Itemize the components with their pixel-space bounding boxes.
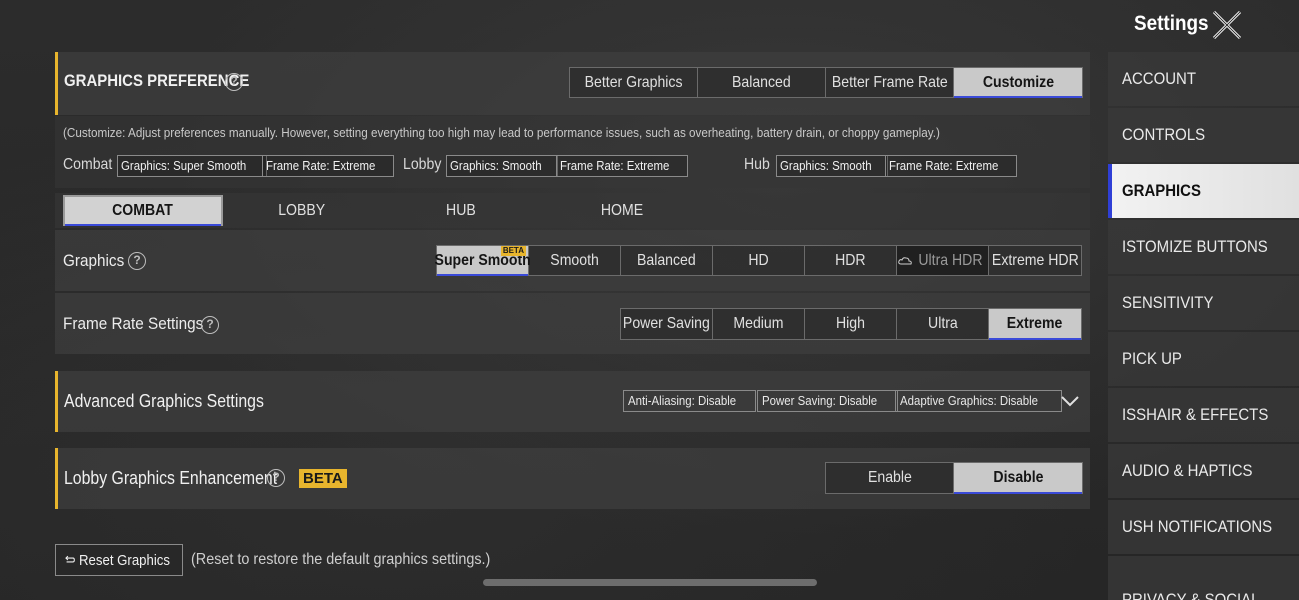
beta-badge: BETA	[299, 469, 347, 488]
tab-lobby[interactable]: LOBBY	[222, 195, 382, 226]
side-item-push-notifications[interactable]: USH NOTIFICATIONS	[1108, 500, 1299, 554]
summary-hub-graphics: Graphics: Smooth	[776, 155, 889, 177]
summary-hub-label: Hub	[744, 156, 770, 173]
tab-hub[interactable]: HUB	[381, 195, 541, 226]
graphics-option-ultra-hdr[interactable]: Ultra HDR	[897, 246, 989, 275]
graphics-option-extreme-hdr[interactable]: Extreme HDR	[989, 246, 1081, 275]
summary-combat-frame: Frame Rate: Extreme	[262, 155, 395, 177]
graphics-option-super-smooth[interactable]: Super Smooth BETA	[434, 246, 531, 276]
adv-chip-power-saving: Power Saving: Disable	[757, 390, 898, 412]
lobby-option-enable[interactable]: Enable	[826, 463, 954, 493]
graphics-preference-title: GRAPHICS PREFERENCE	[64, 71, 250, 90]
close-icon	[1212, 10, 1242, 40]
graphics-option-smooth[interactable]: Smooth	[529, 246, 621, 275]
lobby-option-disable[interactable]: Disable	[954, 463, 1082, 494]
side-item-account[interactable]: ACCOUNT	[1108, 52, 1299, 106]
download-cloud-icon	[898, 256, 912, 264]
advanced-graphics-title: Advanced Graphics Settings	[64, 391, 264, 411]
close-button[interactable]	[1208, 6, 1246, 44]
summary-lobby-graphics: Graphics: Smooth	[446, 155, 559, 177]
reset-icon	[65, 555, 75, 563]
settings-side-menu: ACCOUNT CONTROLS GRAPHICS ISTOMIZE BUTTO…	[1108, 52, 1299, 600]
side-item-pick-up[interactable]: PICK UP	[1108, 332, 1299, 386]
side-item-graphics[interactable]: GRAPHICS	[1108, 164, 1299, 218]
accent-bar	[55, 371, 58, 432]
scrollbar[interactable]	[483, 579, 817, 586]
frame-option-extreme[interactable]: Extreme	[989, 309, 1081, 340]
mode-tabs: COMBAT LOBBY HUB HOME	[55, 193, 1090, 228]
lobby-enhancement-panel: Lobby Graphics Enhancement ? BETA Enable…	[55, 448, 1090, 509]
pref-option-better-frame-rate[interactable]: Better Frame Rate	[826, 68, 954, 97]
graphics-label: Graphics	[63, 251, 125, 270]
accent-bar	[55, 448, 58, 509]
frame-rate-selector: Power Saving Medium High Ultra Extreme	[620, 308, 1082, 340]
help-icon[interactable]: ?	[267, 469, 285, 487]
summary-lobby-frame: Frame Rate: Extreme	[556, 155, 689, 177]
beta-tag: BETA	[500, 246, 526, 256]
pref-option-better-graphics[interactable]: Better Graphics	[570, 68, 698, 97]
summary-combat-label: Combat	[63, 156, 113, 173]
side-item-controls[interactable]: CONTROLS	[1108, 108, 1299, 162]
accent-bar	[55, 52, 58, 115]
frame-option-power-saving[interactable]: Power Saving	[621, 309, 713, 339]
side-item-audio-haptics[interactable]: AUDIO & HAPTICS	[1108, 444, 1299, 498]
summary-lobby-label: Lobby	[403, 156, 442, 173]
frame-option-ultra[interactable]: Ultra	[897, 309, 989, 339]
help-icon[interactable]: ?	[128, 252, 146, 270]
graphics-option-hd[interactable]: HD	[713, 246, 805, 275]
tab-home[interactable]: HOME	[542, 195, 702, 226]
frame-rate-label: Frame Rate Settings	[63, 314, 204, 333]
pref-option-customize[interactable]: Customize	[954, 68, 1082, 98]
settings-title: Settings	[1134, 12, 1209, 35]
advanced-graphics-panel[interactable]: Advanced Graphics Settings Anti-Aliasing…	[55, 371, 1090, 432]
frame-option-high[interactable]: High	[805, 309, 897, 339]
adv-chip-anti-aliasing: Anti-Aliasing: Disable	[623, 390, 756, 412]
graphics-preference-selector: Better Graphics Balanced Better Frame Ra…	[569, 67, 1083, 98]
tab-combat[interactable]: COMBAT	[63, 195, 223, 226]
lobby-enhancement-title: Lobby Graphics Enhancement	[64, 468, 278, 488]
reset-note: (Reset to restore the default graphics s…	[191, 551, 491, 568]
side-item-privacy-social[interactable]: PRIVACY & SOCIAL	[1108, 556, 1299, 600]
graphics-quality-selector: Super Smooth BETA Smooth Balanced HD HDR…	[434, 245, 1082, 276]
frame-option-medium[interactable]: Medium	[713, 309, 805, 339]
pref-option-balanced[interactable]: Balanced	[698, 68, 826, 97]
adv-chip-adaptive-graphics: Adaptive Graphics: Disable	[895, 390, 1062, 412]
side-item-customize-buttons[interactable]: ISTOMIZE BUTTONS	[1108, 220, 1299, 274]
graphics-quality-row: Graphics ? Super Smooth BETA Smooth Bala…	[55, 230, 1090, 291]
help-icon[interactable]: ?	[225, 73, 243, 91]
preference-summary-panel: (Customize: Adjust preferences manually.…	[55, 116, 1090, 188]
reset-graphics-button[interactable]: Reset Graphics	[55, 544, 183, 576]
customize-note: (Customize: Adjust preferences manually.…	[63, 125, 940, 140]
chevron-down-icon[interactable]	[1059, 391, 1081, 411]
summary-hub-frame: Frame Rate: Extreme	[885, 155, 1018, 177]
side-item-crosshair-effects[interactable]: ISSHAIR & EFFECTS	[1108, 388, 1299, 442]
summary-combat-graphics: Graphics: Super Smooth	[117, 155, 268, 177]
side-item-sensitivity[interactable]: SENSITIVITY	[1108, 276, 1299, 330]
graphics-preference-panel: GRAPHICS PREFERENCE ? Better Graphics Ba…	[55, 52, 1090, 115]
help-icon[interactable]: ?	[201, 316, 219, 334]
graphics-option-balanced[interactable]: Balanced	[621, 246, 713, 275]
lobby-enhancement-selector: Enable Disable	[825, 462, 1083, 494]
graphics-option-hdr[interactable]: HDR	[805, 246, 897, 275]
frame-rate-row: Frame Rate Settings ? Power Saving Mediu…	[55, 293, 1090, 354]
